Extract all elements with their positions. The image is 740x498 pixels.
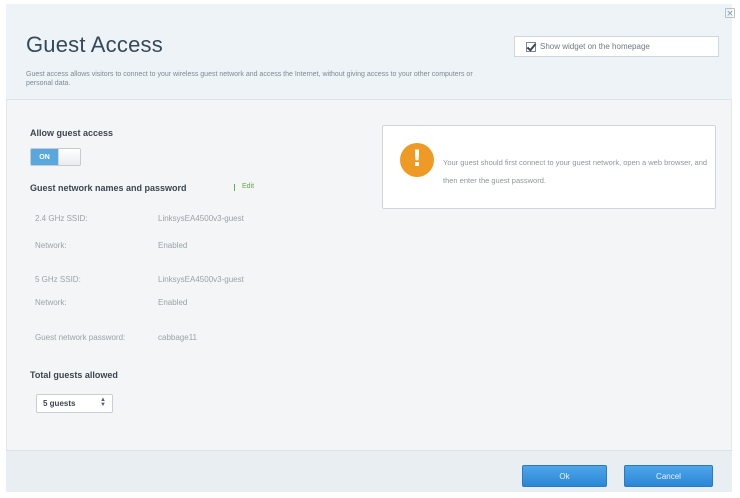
page-title: Guest Access bbox=[26, 32, 163, 57]
select-arrows-icon: ▲ ▼ bbox=[100, 397, 106, 408]
allow-guest-access-toggle[interactable]: ON bbox=[30, 148, 81, 166]
allow-guest-access-label: Allow guest access bbox=[30, 128, 114, 138]
edit-separator bbox=[234, 184, 235, 191]
ssid-24ghz-value: LinksysEA4500v3-guest bbox=[158, 214, 244, 223]
ssid-5ghz-label: 5 GHz SSID: bbox=[35, 275, 81, 284]
ssid-5ghz-value: LinksysEA4500v3-guest bbox=[158, 275, 244, 284]
network-24ghz-label: Network: bbox=[35, 241, 67, 250]
page-description: Guest access allows visitors to connect … bbox=[26, 71, 473, 87]
show-widget-label: Show widget on the homepage bbox=[540, 42, 650, 51]
network-24ghz-value: Enabled bbox=[158, 241, 188, 250]
network-5ghz-label: Network: bbox=[35, 298, 67, 307]
total-guests-select[interactable]: 5 guests ▲ ▼ bbox=[36, 394, 113, 413]
guest-password-label: Guest network password: bbox=[35, 333, 126, 342]
toggle-knob[interactable] bbox=[58, 149, 80, 165]
guest-password-value: cabbage11 bbox=[158, 333, 197, 342]
toggle-state-label: ON bbox=[31, 149, 58, 165]
ok-button[interactable]: Ok bbox=[522, 465, 607, 487]
edit-link[interactable]: Edit bbox=[242, 183, 254, 190]
total-guests-selected: 5 guests bbox=[43, 399, 76, 408]
network-5ghz-value: Enabled bbox=[158, 298, 188, 307]
dialog-header: Guest Access Guest access allows visitor… bbox=[6, 4, 732, 100]
close-icon[interactable]: × bbox=[725, 8, 735, 19]
warning-icon: ! bbox=[400, 143, 434, 177]
show-widget-checkbox[interactable] bbox=[526, 41, 536, 52]
show-widget-checkbox-row[interactable]: Show widget on the homepage bbox=[514, 36, 719, 57]
cancel-button[interactable]: Cancel bbox=[624, 465, 713, 487]
info-text: Your guest should first connect to your … bbox=[443, 158, 708, 185]
ssid-24ghz-label: 2.4 GHz SSID: bbox=[35, 214, 88, 223]
total-guests-label: Total guests allowed bbox=[30, 370, 118, 380]
guest-network-names-label: Guest network names and password bbox=[30, 183, 187, 193]
info-box: ! Your guest should first connect to you… bbox=[382, 125, 716, 209]
